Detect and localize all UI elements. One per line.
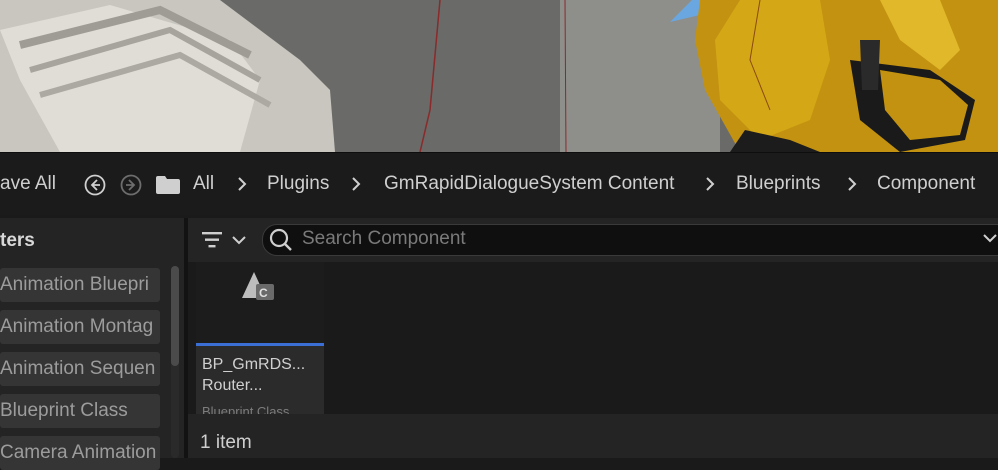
status-bar (188, 414, 998, 458)
filter-dropdown-button[interactable] (200, 228, 250, 252)
forward-icon[interactable] (120, 174, 142, 196)
breadcrumb-all[interactable]: All (193, 172, 214, 196)
level-viewport[interactable] (0, 0, 998, 152)
filter-item-animation-sequence[interactable]: Animation Sequen (0, 352, 160, 386)
chevron-right-icon (238, 177, 247, 191)
asset-type-label: Blueprint Class (202, 404, 290, 414)
filter-item-camera-animation[interactable]: Camera Animation (0, 436, 160, 470)
asset-thumbnail: C (196, 262, 324, 344)
item-count: 1 item (200, 432, 252, 453)
blueprint-class-icon: C (242, 272, 274, 300)
chevron-down-icon[interactable] (982, 232, 998, 246)
chevron-right-icon (706, 177, 715, 191)
search-input[interactable] (302, 226, 902, 252)
filter-item-label: Camera Animation (0, 442, 157, 463)
filter-item-blueprint-class[interactable]: Blueprint Class (0, 394, 160, 428)
search-icon (269, 228, 292, 251)
chevron-down-icon (232, 236, 246, 245)
back-icon[interactable] (84, 174, 106, 196)
filter-icon (202, 232, 222, 248)
breadcrumb-component[interactable]: Component (877, 172, 975, 196)
breadcrumb-gmrapiddialoguesystem-content[interactable]: GmRapidDialogueSystem Content (384, 172, 674, 196)
filter-item-animation-blueprint[interactable]: Animation Bluepri (0, 268, 160, 302)
filter-item-label: Animation Sequen (0, 358, 156, 379)
asset-type-color-bar (196, 343, 324, 346)
filter-item-label: Blueprint Class (0, 400, 128, 421)
asset-name: BP_GmRDS... Router... (202, 356, 306, 394)
breadcrumb-plugins[interactable]: Plugins (267, 172, 329, 196)
filter-item-label: Animation Montag (0, 316, 154, 337)
filters-title: ters (0, 230, 35, 251)
filter-item-animation-montage[interactable]: Animation Montag (0, 310, 160, 344)
folder-icon (156, 176, 180, 194)
asset-tile[interactable]: C BP_GmRDS... Router... Blueprint Class (196, 262, 324, 414)
filter-item-label: Animation Bluepri (0, 274, 149, 295)
chevron-right-icon (848, 177, 857, 191)
save-all-button[interactable]: ave All (0, 172, 56, 196)
chevron-right-icon (352, 177, 361, 191)
filters-scrollbar-thumb[interactable] (171, 266, 179, 366)
breadcrumb-blueprints[interactable]: Blueprints (736, 172, 821, 196)
svg-text:C: C (259, 286, 268, 300)
